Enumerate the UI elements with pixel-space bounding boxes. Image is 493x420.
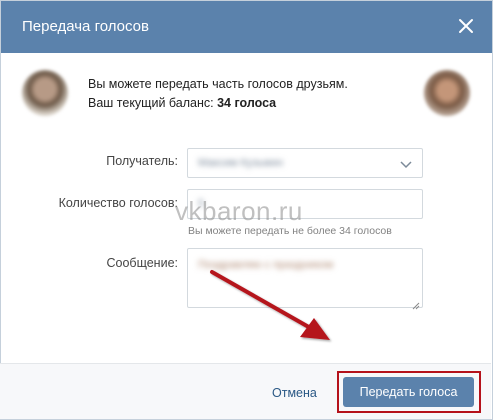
message-label: Сообщение: xyxy=(106,256,179,270)
balance-value: 34 голоса xyxy=(217,96,277,110)
resize-handle-icon[interactable] xyxy=(412,297,420,310)
recipient-avatar xyxy=(424,70,470,116)
watermark: vkbaron.ru xyxy=(175,196,303,226)
sender-avatar xyxy=(22,70,68,116)
balance-prefix: Ваш текущий баланс: xyxy=(88,96,214,110)
close-icon[interactable] xyxy=(456,16,476,36)
amount-label: Количество голосов: xyxy=(58,196,178,210)
intro-text: Вы можете передать часть голосов друзьям… xyxy=(88,77,348,91)
dialog-title: Передача голосов xyxy=(22,18,149,35)
recipient-label: Получатель: xyxy=(106,154,178,168)
message-textarea[interactable]: Поздравляю с праздником xyxy=(187,248,423,310)
balance-line: Ваш текущий баланс: 34 голоса xyxy=(88,96,276,110)
dialog-header: Передача голосов xyxy=(1,1,492,53)
recipient-value: Максим Кузьмин xyxy=(198,157,284,169)
recipient-select[interactable]: Максим Кузьмин xyxy=(187,148,423,178)
annotation-highlight-box xyxy=(337,371,481,413)
cancel-button[interactable]: Отмена xyxy=(272,386,317,400)
chevron-down-icon[interactable] xyxy=(400,157,412,169)
message-value: Поздравляю с праздником xyxy=(198,259,334,271)
